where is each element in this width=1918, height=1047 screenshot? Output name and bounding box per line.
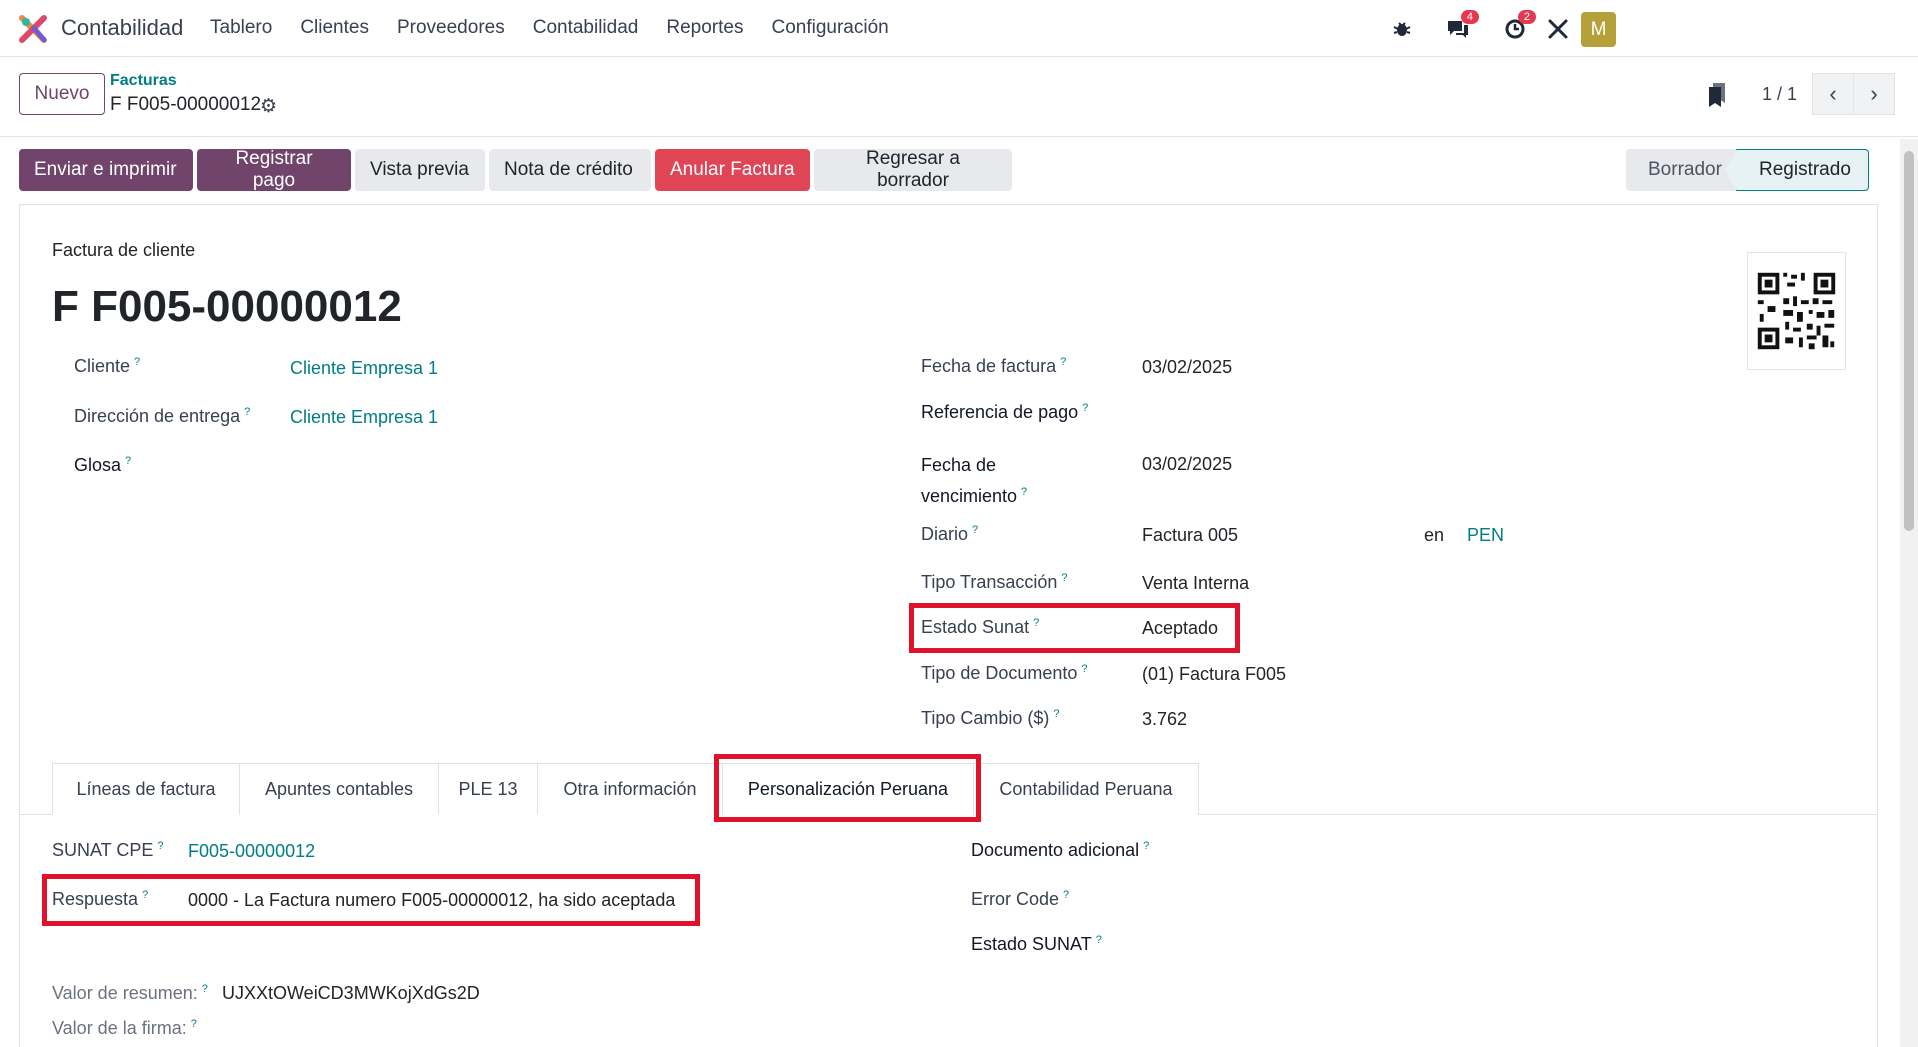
sunat-state-tab-label: Estado SUNAT? [971, 934, 1102, 954]
activities-clock-icon[interactable]: 2 [1498, 10, 1536, 46]
menu-proveedores[interactable]: Proveedores [397, 17, 505, 39]
transaction-type-help-icon[interactable]: ? [1061, 572, 1067, 584]
document-type: Factura de cliente [52, 240, 196, 260]
customer-label: Cliente? [74, 356, 141, 376]
control-panel: Nuevo Facturas F F005-00000012 ⚙ 1 / 1 ‹… [0, 57, 1918, 137]
document-kind-label: Tipo de Documento? [921, 663, 1088, 683]
invoice-date-help-icon[interactable]: ? [1060, 356, 1066, 368]
signature-label: Valor de la firma:? [52, 1018, 197, 1038]
tab-invoice-lines[interactable]: Líneas de factura [52, 763, 240, 815]
digest-help-icon[interactable]: ? [202, 983, 208, 995]
exchange-rate-field[interactable]: 3.762 [1142, 709, 1187, 730]
payment-reference-help-icon[interactable]: ? [1082, 402, 1088, 414]
tab-other-info[interactable]: Otra información [537, 763, 723, 815]
app-name[interactable]: Contabilidad [61, 15, 183, 41]
menu-configuracion[interactable]: Configuración [771, 17, 888, 39]
journal-field[interactable]: Factura 005 [1142, 525, 1238, 546]
new-button[interactable]: Nuevo [19, 73, 105, 115]
status-bar: Borrador Registrado [1626, 149, 1869, 191]
invoice-date-field[interactable]: 03/02/2025 [1142, 357, 1232, 378]
accounting-app-icon[interactable] [18, 14, 48, 44]
messages-icon[interactable]: 4 [1441, 10, 1479, 46]
stage-posted[interactable]: Registrado [1725, 149, 1869, 191]
menu-clientes[interactable]: Clientes [300, 17, 369, 39]
pager-next-button[interactable]: › [1853, 73, 1895, 115]
due-date-field[interactable]: 03/02/2025 [1142, 454, 1232, 475]
error-code-label: Error Code? [971, 889, 1070, 909]
menu-tablero[interactable]: Tablero [210, 17, 272, 39]
additional-document-label: Documento adicional? [971, 840, 1150, 860]
breadcrumb-facturas[interactable]: Facturas [110, 72, 177, 90]
due-date-label: Fecha de vencimiento? [921, 455, 1028, 506]
cancel-invoice-button[interactable]: Anular Factura [655, 149, 810, 191]
error-code-help-icon[interactable]: ? [1063, 889, 1069, 901]
scrollbar[interactable] [1900, 139, 1918, 1047]
document-name: F F005-00000012 [52, 282, 402, 331]
user-avatar[interactable]: M [1581, 12, 1616, 47]
delivery-help-icon[interactable]: ? [244, 406, 250, 418]
preview-button[interactable]: Vista previa [355, 149, 485, 191]
journal-label: Diario? [921, 524, 979, 544]
document-kind-help-icon[interactable]: ? [1081, 663, 1087, 675]
bookmark-icon[interactable] [1707, 81, 1727, 109]
sunat-cpe-field[interactable]: F005-00000012 [188, 841, 315, 862]
tools-icon[interactable] [1541, 12, 1575, 46]
breadcrumb-current: F F005-00000012 [110, 94, 262, 115]
messages-badge: 4 [1460, 10, 1479, 24]
exchange-rate-label: Tipo Cambio ($)? [921, 708, 1060, 728]
top-navbar: Contabilidad Tablero Clientes Proveedore… [0, 0, 1918, 57]
bug-icon[interactable] [1385, 12, 1419, 46]
tab-journal-items[interactable]: Apuntes contables [239, 763, 439, 815]
main-menu: Tablero Clientes Proveedores Contabilida… [210, 17, 917, 39]
scrollbar-thumb[interactable] [1904, 151, 1914, 531]
action-bar: Enviar e imprimir Registrar pago Vista p… [19, 148, 1012, 191]
digest-label: Valor de resumen:? [52, 983, 208, 1003]
digest-field[interactable]: UJXXtOWeiCD3MWKojXdGs2D [222, 983, 480, 1004]
register-payment-button[interactable]: Registrar pago [197, 148, 351, 191]
currency-field[interactable]: PEN [1467, 525, 1504, 546]
menu-reportes[interactable]: Reportes [666, 17, 743, 39]
tab-peru-accounting[interactable]: Contabilidad Peruana [973, 763, 1199, 815]
credit-note-button[interactable]: Nota de crédito [489, 149, 651, 191]
transaction-type-label: Tipo Transacción? [921, 572, 1068, 592]
menu-contabilidad[interactable]: Contabilidad [533, 17, 639, 39]
activities-badge: 2 [1517, 10, 1536, 24]
transaction-type-field[interactable]: Venta Interna [1142, 573, 1249, 594]
reset-draft-button[interactable]: Regresar a borrador [814, 148, 1012, 191]
payment-reference-label: Referencia de pago? [921, 402, 1089, 422]
delivery-address-field[interactable]: Cliente Empresa 1 [290, 407, 438, 428]
customer-field[interactable]: Cliente Empresa 1 [290, 358, 438, 379]
stage-posted-label: Registrado [1759, 159, 1851, 180]
exchange-rate-help-icon[interactable]: ? [1053, 708, 1059, 720]
additional-document-help-icon[interactable]: ? [1143, 840, 1149, 852]
highlight-peru-tab [714, 754, 981, 822]
sunat-cpe-label: SUNAT CPE? [52, 840, 164, 860]
currency-in-text: en [1424, 525, 1445, 545]
glosa-help-icon[interactable]: ? [125, 455, 131, 467]
signature-help-icon[interactable]: ? [191, 1018, 197, 1030]
tab-ple13[interactable]: PLE 13 [438, 763, 538, 815]
highlight-response [42, 874, 700, 926]
document-kind-field[interactable]: (01) Factura F005 [1142, 664, 1286, 685]
sunat-state-tab-help-icon[interactable]: ? [1096, 934, 1102, 946]
chevron-right-icon: › [1870, 81, 1878, 106]
qr-code [1747, 252, 1846, 370]
due-date-help-icon[interactable]: ? [1021, 486, 1027, 498]
invoice-date-label: Fecha de factura? [921, 356, 1067, 376]
customer-help-icon[interactable]: ? [134, 356, 140, 368]
send-print-button[interactable]: Enviar e imprimir [19, 149, 193, 191]
journal-help-icon[interactable]: ? [972, 524, 978, 536]
delivery-address-label: Dirección de entrega? [74, 406, 251, 426]
chevron-left-icon: ‹ [1829, 81, 1837, 106]
stage-draft[interactable]: Borrador [1626, 149, 1736, 191]
glosa-label: Glosa? [74, 455, 132, 475]
pager-value[interactable]: 1 / 1 [1762, 84, 1797, 105]
sunat-cpe-help-icon[interactable]: ? [157, 840, 163, 852]
gear-icon[interactable]: ⚙ [260, 95, 277, 118]
highlight-sunat-state [909, 603, 1240, 653]
pager-previous-button[interactable]: ‹ [1812, 73, 1854, 115]
